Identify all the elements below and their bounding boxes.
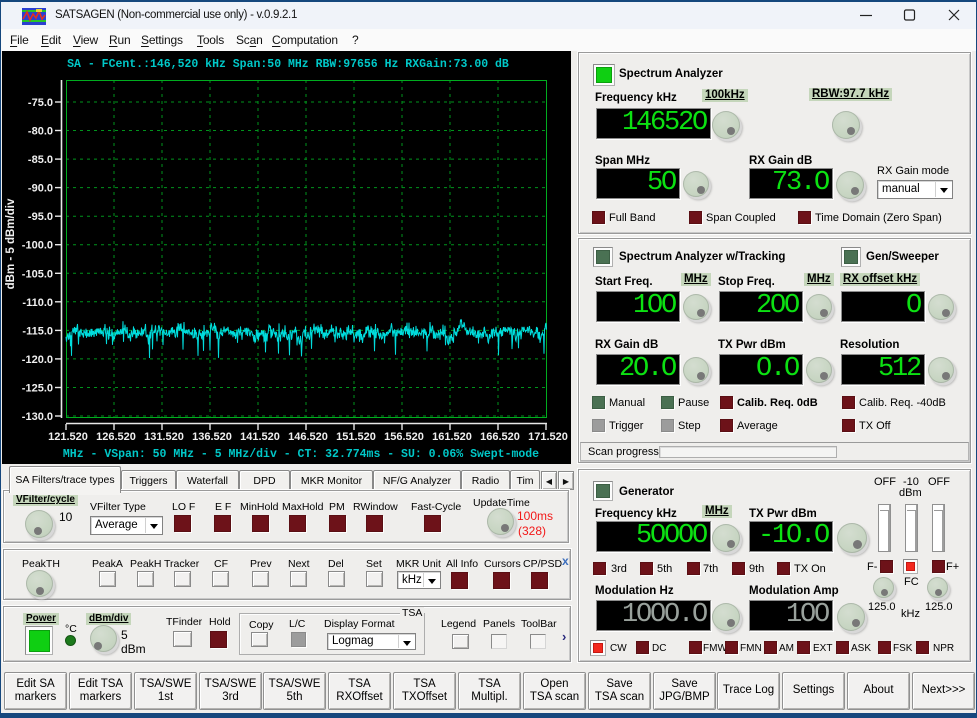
- svg-text:-85.0: -85.0: [28, 154, 53, 166]
- svg-text:131.520: 131.520: [144, 431, 184, 443]
- svg-text:-110.0: -110.0: [22, 297, 53, 309]
- svg-text:146.520: 146.520: [288, 431, 328, 443]
- svg-text:171.520: 171.520: [528, 431, 568, 443]
- svg-text:-90.0: -90.0: [28, 183, 53, 195]
- svg-text:MHz - VSpan: 50 MHz - 5 MHz/di: MHz - VSpan: 50 MHz - 5 MHz/div - CT: 32…: [63, 448, 539, 461]
- svg-text:166.520: 166.520: [480, 431, 520, 443]
- svg-text:141.520: 141.520: [240, 431, 280, 443]
- svg-text:151.520: 151.520: [336, 431, 376, 443]
- svg-text:-130.0: -130.0: [22, 411, 53, 423]
- svg-text:161.520: 161.520: [432, 431, 472, 443]
- svg-text:-115.0: -115.0: [22, 325, 53, 337]
- svg-text:156.520: 156.520: [384, 431, 424, 443]
- svg-text:-100.0: -100.0: [22, 240, 53, 252]
- svg-text:-75.0: -75.0: [28, 97, 53, 109]
- svg-text:-95.0: -95.0: [28, 211, 53, 223]
- svg-text:dBm - 5 dBm/div: dBm - 5 dBm/div: [5, 198, 17, 289]
- svg-text:-125.0: -125.0: [22, 383, 53, 395]
- svg-text:-105.0: -105.0: [22, 268, 53, 280]
- svg-text:-120.0: -120.0: [22, 354, 53, 366]
- svg-text:SA - FCent.:146,520 kHz Span:5: SA - FCent.:146,520 kHz Span:50 MHz RBW:…: [67, 58, 509, 71]
- svg-text:126.520: 126.520: [96, 431, 136, 443]
- svg-text:136.520: 136.520: [192, 431, 232, 443]
- svg-text:-80.0: -80.0: [28, 126, 53, 138]
- svg-text:121.520: 121.520: [48, 431, 88, 443]
